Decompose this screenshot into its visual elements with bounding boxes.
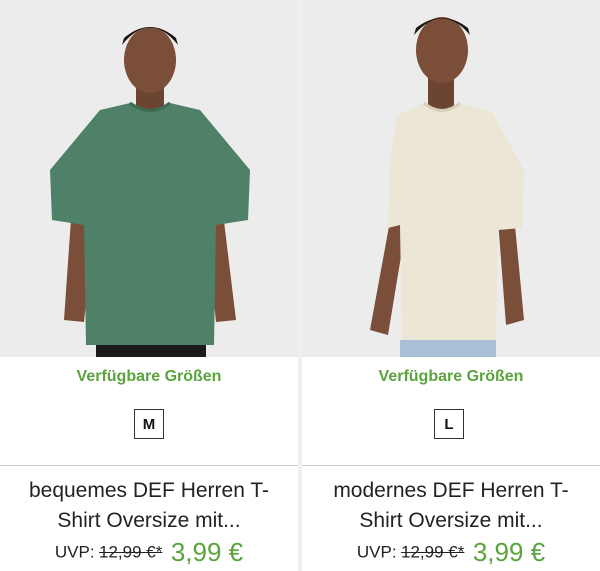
- sale-price: 3,99 €: [170, 537, 244, 567]
- product-photo-green-shirt: [0, 0, 298, 357]
- old-price: 12,99 €*: [99, 542, 163, 562]
- available-sizes-heading: Verfügbare Größen: [76, 368, 222, 385]
- product-photo-beige-shirt: [302, 0, 600, 357]
- divider: [302, 465, 600, 466]
- size-chip-l[interactable]: L: [434, 409, 464, 439]
- uvp-label: UVP:: [54, 542, 95, 562]
- product-title[interactable]: bequemes DEF Herren T- Shirt Oversize mi…: [0, 476, 298, 536]
- price-row: UVP: 12,99 €* 3,99 €: [0, 537, 298, 568]
- sale-price: 3,99 €: [472, 537, 546, 567]
- product-card-2[interactable]: Verfügbare Größen L modernes DEF Herren …: [302, 0, 600, 571]
- product-title[interactable]: modernes DEF Herren T- Shirt Oversize mi…: [302, 476, 600, 536]
- available-sizes-heading: Verfügbare Größen: [378, 368, 524, 385]
- product-image[interactable]: [302, 0, 600, 357]
- uvp-label: UVP:: [356, 542, 397, 562]
- product-image[interactable]: [0, 0, 298, 357]
- old-price: 12,99 €*: [401, 542, 465, 562]
- size-chip-m[interactable]: M: [134, 409, 164, 439]
- divider: [0, 465, 298, 466]
- product-card-1[interactable]: Verfügbare Größen M bequemes DEF Herren …: [0, 0, 298, 571]
- price-row: UVP: 12,99 €* 3,99 €: [302, 537, 600, 568]
